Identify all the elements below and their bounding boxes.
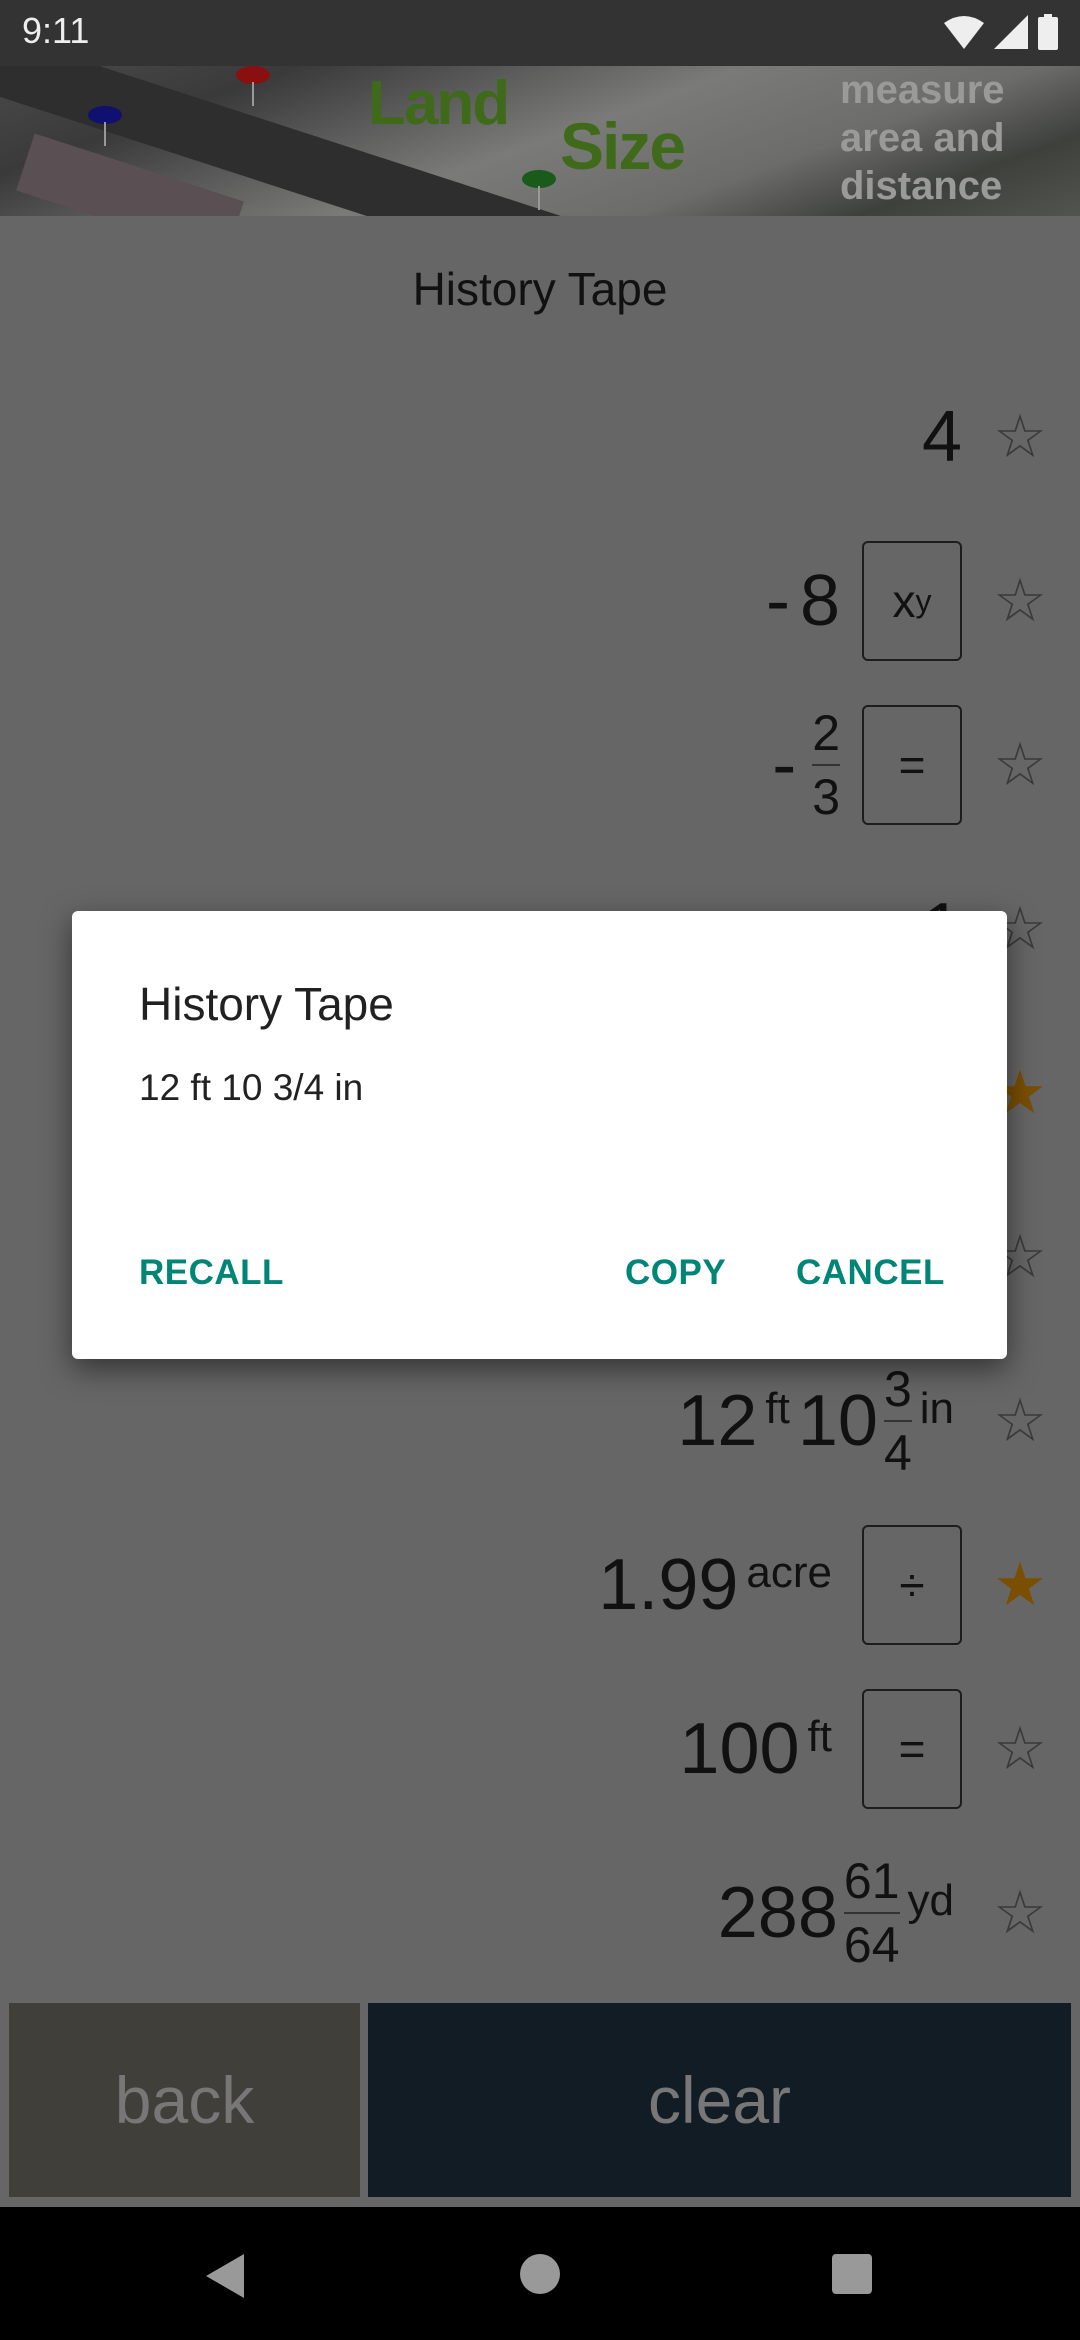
history-row[interactable]: 100 ft = ☆ [0,1667,1080,1831]
star-outline-icon[interactable]: ☆ [988,1878,1052,1948]
history-value: 100 ft [679,1708,840,1790]
operator-symbol: = [898,1723,926,1775]
history-value: 4 [922,396,962,478]
cell-signal-icon [994,15,1028,49]
history-row[interactable]: 4 ☆ [0,355,1080,519]
app-banner-logo: Land Size measure area and distance [0,66,1080,216]
operator-symbol: = [898,739,926,791]
history-row[interactable]: -8 x y ☆ [0,519,1080,683]
number: 4 [921,397,962,477]
number: 288 [717,1873,838,1953]
red-pin-icon [236,66,270,106]
fraction-denominator: 3 [812,769,840,825]
history-row[interactable]: 1.99 acre ÷ ★ [0,1503,1080,1667]
navigation-bar [0,2207,1080,2340]
logo-tagline: measure area and distance [840,68,1005,208]
sign: - [765,561,790,641]
unit-label: acre [746,1548,832,1597]
star-outline-icon[interactable]: ☆ [988,1386,1052,1456]
number: 100 [679,1709,800,1789]
operator-symbol: ÷ [899,1559,925,1611]
dialog-message: 12 ft 10 3/4 in [139,1067,364,1108]
operator-superscript: y [915,582,932,619]
clear-button[interactable]: clear [368,2003,1071,2197]
logo-land: Land [368,69,510,138]
home-circle-icon[interactable] [520,2254,560,2294]
history-value: 1.99 acre [598,1544,840,1626]
history-row[interactable]: 288 61 64 yd ☆ [0,1831,1080,1995]
fraction-denominator: 4 [883,1425,912,1481]
fraction-numerator: 61 [843,1853,900,1909]
fraction-numerator: 2 [812,705,840,761]
number: 8 [799,561,840,641]
back-triangle-icon[interactable] [206,2254,244,2298]
recents-square-icon[interactable] [832,2254,872,2294]
operator-box: = [862,705,962,825]
star-filled-icon[interactable]: ★ [988,1550,1052,1620]
history-value: -23 [772,706,840,824]
copy-button[interactable]: COPY [625,1253,726,1293]
battery-icon [1038,14,1058,50]
history-value: 288 61 64 yd [718,1854,962,1972]
green-pin-icon [522,170,556,210]
operator-box: ÷ [862,1525,962,1645]
dialog-title: History Tape [139,978,394,1030]
fraction-bar [883,1420,912,1422]
unit-label: yd [907,1876,954,1925]
number: 1.99 [598,1545,739,1625]
unit-label: ft [807,1712,832,1761]
fraction: 61 64 [843,1853,900,1973]
operator-symbol: x [892,575,916,627]
star-outline-icon[interactable]: ☆ [988,730,1052,800]
history-value: 12 ft 10 3 4 in [677,1362,962,1480]
cancel-button[interactable]: CANCEL [796,1253,945,1293]
history-dialog: History Tape 12 ft 10 3/4 in RECALL COPY… [72,911,1007,1359]
back-button[interactable]: back [9,2003,360,2197]
sign: - [772,725,797,805]
recall-button[interactable]: RECALL [139,1253,284,1293]
fraction: 23 [812,706,840,824]
history-value: -8 [766,560,840,642]
status-time: 9:11 [22,10,90,51]
operator-box: xy [862,541,962,661]
page-title: History Tape [412,263,668,315]
star-outline-icon[interactable]: ☆ [988,402,1052,472]
unit-label: ft [765,1384,790,1433]
fraction-bar [812,764,840,766]
fraction: 34 [883,1361,912,1481]
history-row[interactable]: 12 ft 10 3 4 in ☆ [0,1339,1080,1503]
number: 12 [677,1381,758,1461]
fraction-numerator: 3 [883,1361,912,1417]
fraction-denominator: 64 [843,1917,900,1973]
operator-box: = [862,1689,962,1809]
star-outline-icon[interactable]: ☆ [988,566,1052,636]
wifi-icon [944,16,984,49]
fraction-bar [843,1912,900,1914]
unit-label: in [919,1384,954,1433]
blue-pin-icon [88,106,122,146]
logo-size: Size [560,109,686,183]
number: 10 [797,1381,878,1461]
status-bar: 9:11 [0,0,1080,66]
star-outline-icon[interactable]: ☆ [988,1714,1052,1784]
history-row[interactable]: -2 3 = ☆ [0,683,1080,847]
